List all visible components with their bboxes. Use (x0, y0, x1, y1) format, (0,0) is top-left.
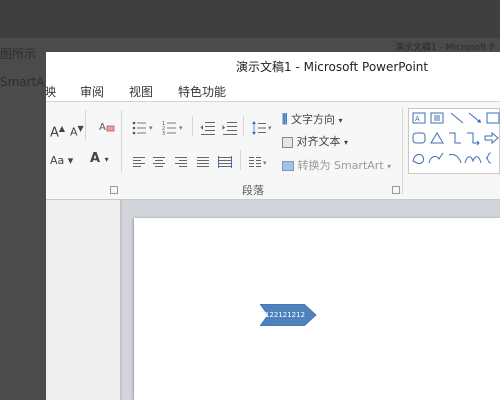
align-text-dropdown-icon: ▾ (344, 138, 349, 147)
font-group-divider (121, 110, 122, 172)
title-bar: 演示文稿1 - Microsoft PowerPoint (46, 52, 500, 78)
svg-text:A: A (415, 115, 420, 123)
align-center-icon[interactable] (152, 154, 166, 173)
smartart-icon (282, 161, 294, 171)
line-shape-icon (450, 112, 464, 124)
grow-font-label: A (50, 125, 59, 141)
shrink-font-button[interactable]: A▼ (70, 122, 84, 140)
shrink-font-label: A (70, 125, 78, 139)
svg-text:A: A (99, 122, 106, 133)
tab-review[interactable]: 审阅 (80, 83, 104, 100)
increase-indent-icon[interactable] (222, 120, 238, 140)
paragraph-dialog-launcher-icon[interactable] (392, 186, 400, 194)
columns-icon[interactable]: ▾ (248, 154, 272, 173)
align-right-icon[interactable] (174, 154, 188, 173)
rectangle-shape-icon (486, 112, 500, 124)
tab-special-features[interactable]: 特色功能 (178, 83, 226, 100)
background-text-line2: SmartA (0, 75, 45, 89)
grow-font-button[interactable]: A▲ (50, 122, 65, 140)
distributed-icon[interactable] (218, 154, 232, 173)
editing-workspace (46, 200, 500, 400)
paragraph-separator-2 (243, 116, 244, 136)
freeform-shape-icon (412, 153, 424, 164)
paragraph-separator-1 (192, 116, 193, 136)
font-dialog-launcher-icon[interactable] (110, 186, 118, 194)
slide-thumbnail-pane[interactable] (46, 200, 122, 400)
window-title: 演示文稿1 - Microsoft PowerPoint (236, 60, 429, 74)
svg-text:▾: ▾ (149, 124, 153, 132)
wave-shape-icon (464, 156, 482, 164)
align-text-label: 对齐文本 (296, 135, 341, 148)
bullets-icon[interactable]: ▾ (132, 120, 158, 140)
pane-splitter[interactable] (120, 200, 122, 400)
svg-text:▾: ▾ (179, 124, 183, 132)
change-case-button[interactable]: Aa ▾ (50, 154, 73, 168)
svg-text:▾: ▾ (263, 159, 267, 167)
arc-shape-icon (448, 154, 462, 164)
text-direction-label: 文字方向 (291, 113, 336, 126)
paragraph-separator-3 (240, 150, 241, 170)
text-direction-icon: ⫼ (282, 112, 288, 126)
chevron-shape-text: 122121212 (264, 311, 306, 319)
font-color-label: A (90, 151, 101, 166)
text-direction-dropdown-icon: ▾ (338, 116, 343, 125)
convert-to-smartart-button[interactable]: 转换为 SmartArt ▾ (282, 159, 391, 174)
brace-shape-icon (485, 152, 492, 164)
convert-to-smartart-label: 转换为 SmartArt (297, 159, 384, 172)
svg-text:3: 3 (162, 131, 165, 136)
powerpoint-window: 演示文稿1 - Microsoft PowerPoint 映 审阅 视图 特色功… (46, 52, 500, 400)
align-text-button[interactable]: 对齐文本 ▾ (282, 135, 348, 150)
font-color-button[interactable]: A ▾ (90, 152, 109, 167)
background-text-line1: 图所示 (0, 47, 37, 61)
change-case-label: Aa (50, 154, 65, 167)
text-direction-button[interactable]: ⫼ 文字方向 ▾ (282, 112, 343, 128)
background-header (0, 0, 500, 38)
numbering-icon[interactable]: 1 2 3 ▾ (162, 120, 188, 140)
line-spacing-icon[interactable]: ▾ (252, 120, 276, 140)
drawing-group-divider (402, 108, 403, 194)
paragraph-group-label: 段落 (242, 184, 264, 197)
arrow-line-shape-icon (468, 112, 481, 123)
tab-animation[interactable]: 映 (46, 83, 56, 100)
elbow-arrow-shape-icon (467, 132, 480, 146)
align-left-icon[interactable] (132, 154, 146, 173)
tab-view[interactable]: 视图 (129, 83, 153, 100)
ribbon-tabs: 映 审阅 视图 特色功能 (46, 78, 500, 102)
convert-to-smartart-dropdown-icon: ▾ (387, 162, 392, 171)
svg-text:▾: ▾ (268, 124, 272, 132)
align-text-icon (282, 136, 293, 148)
clear-formatting-icon[interactable]: A (98, 118, 116, 140)
justify-icon[interactable] (196, 154, 210, 173)
decrease-indent-icon[interactable] (200, 120, 216, 140)
triangle-shape-icon (430, 132, 444, 144)
ribbon-panel: A▲ A▼ A Aa ▾ A ▾ ▾ 1 2 3 ▾ ▾ ⫼ 文字方向 ▾ 对齐… (46, 102, 500, 200)
shapes-gallery[interactable]: A (408, 108, 500, 174)
curve-shape-icon (428, 152, 444, 164)
font-separator-1 (85, 110, 86, 140)
elbow-connector-shape-icon (449, 132, 461, 144)
vertical-textbox-shape-icon (430, 112, 444, 124)
right-arrow-shape-icon (484, 131, 499, 145)
rounded-rectangle-shape-icon (412, 132, 426, 144)
textbox-shape-icon: A (412, 112, 426, 124)
